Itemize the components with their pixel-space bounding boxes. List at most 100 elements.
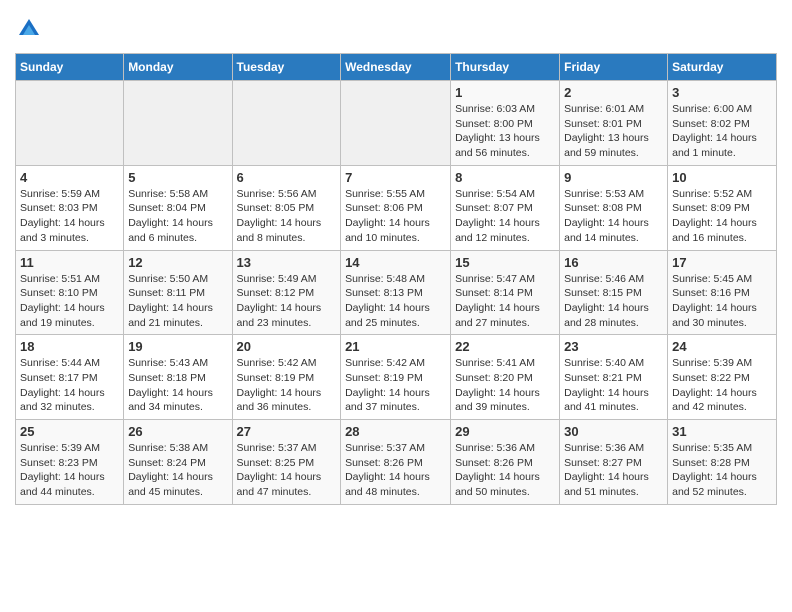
header-row: SundayMondayTuesdayWednesdayThursdayFrid… (16, 54, 777, 81)
day-info: Sunrise: 5:37 AM Sunset: 8:25 PM Dayligh… (237, 441, 337, 500)
day-number: 7 (345, 170, 446, 185)
column-header-saturday: Saturday (668, 54, 777, 81)
day-cell: 23 Sunrise: 5:40 AM Sunset: 8:21 PM Dayli… (560, 335, 668, 420)
day-number: 5 (128, 170, 227, 185)
day-cell: 25Sunrise: 5:39 AM Sunset: 8:23 PM Dayli… (16, 420, 124, 505)
day-info: Sunrise: 5:35 AM Sunset: 8:28 PM Dayligh… (672, 441, 772, 500)
column-header-tuesday: Tuesday (232, 54, 341, 81)
column-header-sunday: Sunday (16, 54, 124, 81)
day-info: Sunrise: 5:59 AM Sunset: 8:03 PM Dayligh… (20, 187, 119, 246)
day-cell: 4 Sunrise: 5:59 AM Sunset: 8:03 PM Daylig… (16, 165, 124, 250)
day-info: Sunrise: 6:03 AM Sunset: 8:00 PM Dayligh… (455, 102, 555, 161)
week-row-5: 25Sunrise: 5:39 AM Sunset: 8:23 PM Dayli… (16, 420, 777, 505)
day-number: 15 (455, 255, 555, 270)
day-number: 10 (672, 170, 772, 185)
day-cell: 18 Sunrise: 5:44 AM Sunset: 8:17 PM Dayli… (16, 335, 124, 420)
day-info: Sunrise: 5:36 AM Sunset: 8:27 PM Dayligh… (564, 441, 663, 500)
day-info: Sunrise: 5:44 AM Sunset: 8:17 PM Dayligh… (20, 356, 119, 415)
day-number: 1 (455, 85, 555, 100)
day-number: 28 (345, 424, 446, 439)
day-info: Sunrise: 5:38 AM Sunset: 8:24 PM Dayligh… (128, 441, 227, 500)
day-cell: 15Sunrise: 5:47 AM Sunset: 8:14 PM Dayli… (451, 250, 560, 335)
day-cell: 10 Sunrise: 5:52 AM Sunset: 8:09 PM Dayli… (668, 165, 777, 250)
day-info: Sunrise: 5:53 AM Sunset: 8:08 PM Dayligh… (564, 187, 663, 246)
day-number: 22 (455, 339, 555, 354)
page-header (15, 15, 777, 43)
day-cell: 5 Sunrise: 5:58 AM Sunset: 8:04 PM Daylig… (124, 165, 232, 250)
day-number: 26 (128, 424, 227, 439)
day-number: 19 (128, 339, 227, 354)
day-info: Sunrise: 5:50 AM Sunset: 8:11 PM Dayligh… (128, 272, 227, 331)
day-cell: 11 Sunrise: 5:51 AM Sunset: 8:10 PM Dayli… (16, 250, 124, 335)
day-info: Sunrise: 5:39 AM Sunset: 8:23 PM Dayligh… (20, 441, 119, 500)
day-number: 4 (20, 170, 119, 185)
day-number: 20 (237, 339, 337, 354)
day-cell: 19Sunrise: 5:43 AM Sunset: 8:18 PM Dayli… (124, 335, 232, 420)
day-info: Sunrise: 5:42 AM Sunset: 8:19 PM Dayligh… (237, 356, 337, 415)
week-row-4: 18 Sunrise: 5:44 AM Sunset: 8:17 PM Dayli… (16, 335, 777, 420)
day-number: 18 (20, 339, 119, 354)
day-info: Sunrise: 5:55 AM Sunset: 8:06 PM Dayligh… (345, 187, 446, 246)
day-info: Sunrise: 5:49 AM Sunset: 8:12 PM Dayligh… (237, 272, 337, 331)
day-cell: 26 Sunrise: 5:38 AM Sunset: 8:24 PM Dayli… (124, 420, 232, 505)
column-header-monday: Monday (124, 54, 232, 81)
day-number: 23 (564, 339, 663, 354)
day-info: Sunrise: 5:54 AM Sunset: 8:07 PM Dayligh… (455, 187, 555, 246)
day-cell: 31 Sunrise: 5:35 AM Sunset: 8:28 PM Dayli… (668, 420, 777, 505)
day-cell: 2 Sunrise: 6:01 AM Sunset: 8:01 PM Daylig… (560, 81, 668, 166)
day-cell (124, 81, 232, 166)
day-info: Sunrise: 5:48 AM Sunset: 8:13 PM Dayligh… (345, 272, 446, 331)
day-cell: 24 Sunrise: 5:39 AM Sunset: 8:22 PM Dayli… (668, 335, 777, 420)
day-number: 21 (345, 339, 446, 354)
day-number: 3 (672, 85, 772, 100)
day-number: 13 (237, 255, 337, 270)
column-header-wednesday: Wednesday (341, 54, 451, 81)
day-cell: 3 Sunrise: 6:00 AM Sunset: 8:02 PM Daylig… (668, 81, 777, 166)
day-cell: 17 Sunrise: 5:45 AM Sunset: 8:16 PM Dayli… (668, 250, 777, 335)
day-info: Sunrise: 5:58 AM Sunset: 8:04 PM Dayligh… (128, 187, 227, 246)
day-number: 11 (20, 255, 119, 270)
day-info: Sunrise: 5:41 AM Sunset: 8:20 PM Dayligh… (455, 356, 555, 415)
logo-icon (15, 15, 43, 43)
week-row-2: 4 Sunrise: 5:59 AM Sunset: 8:03 PM Daylig… (16, 165, 777, 250)
day-number: 30 (564, 424, 663, 439)
week-row-3: 11 Sunrise: 5:51 AM Sunset: 8:10 PM Dayli… (16, 250, 777, 335)
day-cell: 12 Sunrise: 5:50 AM Sunset: 8:11 PM Dayli… (124, 250, 232, 335)
day-cell: 28 Sunrise: 5:37 AM Sunset: 8:26 PM Dayli… (341, 420, 451, 505)
day-number: 12 (128, 255, 227, 270)
day-info: Sunrise: 5:56 AM Sunset: 8:05 PM Dayligh… (237, 187, 337, 246)
day-number: 24 (672, 339, 772, 354)
day-number: 17 (672, 255, 772, 270)
column-header-thursday: Thursday (451, 54, 560, 81)
day-info: Sunrise: 5:52 AM Sunset: 8:09 PM Dayligh… (672, 187, 772, 246)
day-cell: 6Sunrise: 5:56 AM Sunset: 8:05 PM Daylig… (232, 165, 341, 250)
day-info: Sunrise: 5:45 AM Sunset: 8:16 PM Dayligh… (672, 272, 772, 331)
day-info: Sunrise: 5:37 AM Sunset: 8:26 PM Dayligh… (345, 441, 446, 500)
day-cell: 29Sunrise: 5:36 AM Sunset: 8:26 PM Dayli… (451, 420, 560, 505)
day-info: Sunrise: 5:39 AM Sunset: 8:22 PM Dayligh… (672, 356, 772, 415)
day-cell (16, 81, 124, 166)
day-info: Sunrise: 5:42 AM Sunset: 8:19 PM Dayligh… (345, 356, 446, 415)
day-cell: 27 Sunrise: 5:37 AM Sunset: 8:25 PM Dayli… (232, 420, 341, 505)
day-number: 9 (564, 170, 663, 185)
logo (15, 15, 47, 43)
day-cell: 14 Sunrise: 5:48 AM Sunset: 8:13 PM Dayli… (341, 250, 451, 335)
day-cell: 20 Sunrise: 5:42 AM Sunset: 8:19 PM Dayli… (232, 335, 341, 420)
day-number: 27 (237, 424, 337, 439)
day-info: Sunrise: 6:01 AM Sunset: 8:01 PM Dayligh… (564, 102, 663, 161)
day-info: Sunrise: 5:40 AM Sunset: 8:21 PM Dayligh… (564, 356, 663, 415)
calendar-table: SundayMondayTuesdayWednesdayThursdayFrid… (15, 53, 777, 505)
day-info: Sunrise: 6:00 AM Sunset: 8:02 PM Dayligh… (672, 102, 772, 161)
day-number: 2 (564, 85, 663, 100)
day-cell: 1 Sunrise: 6:03 AM Sunset: 8:00 PM Daylig… (451, 81, 560, 166)
day-number: 14 (345, 255, 446, 270)
day-info: Sunrise: 5:46 AM Sunset: 8:15 PM Dayligh… (564, 272, 663, 331)
day-cell: 9 Sunrise: 5:53 AM Sunset: 8:08 PM Daylig… (560, 165, 668, 250)
day-number: 31 (672, 424, 772, 439)
day-info: Sunrise: 5:51 AM Sunset: 8:10 PM Dayligh… (20, 272, 119, 331)
column-header-friday: Friday (560, 54, 668, 81)
calendar-body: 1 Sunrise: 6:03 AM Sunset: 8:00 PM Daylig… (16, 81, 777, 505)
day-cell: 22 Sunrise: 5:41 AM Sunset: 8:20 PM Dayli… (451, 335, 560, 420)
day-cell: 7 Sunrise: 5:55 AM Sunset: 8:06 PM Daylig… (341, 165, 451, 250)
day-cell: 8Sunrise: 5:54 AM Sunset: 8:07 PM Daylig… (451, 165, 560, 250)
